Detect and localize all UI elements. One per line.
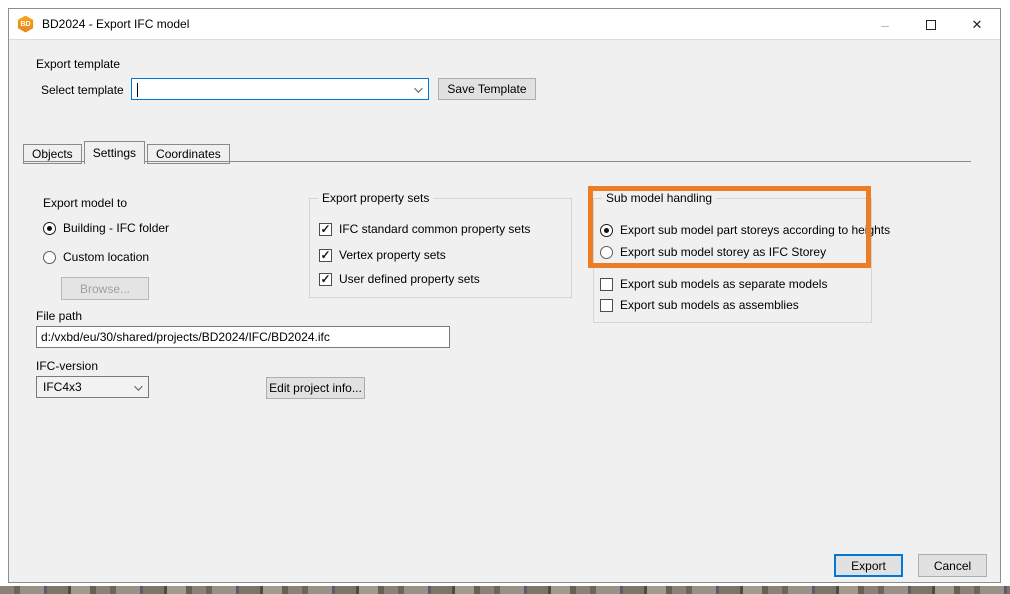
- radio-selected-icon: [43, 221, 56, 235]
- ifc-version-value: IFC4x3: [43, 380, 82, 394]
- edit-project-info-label: Edit project info...: [269, 381, 362, 395]
- checkbox-label: Vertex property sets: [339, 248, 446, 262]
- property-sets-group-title: Export property sets: [318, 191, 434, 205]
- file-path-label: File path: [36, 309, 83, 323]
- app-icon-label: BD: [20, 20, 31, 28]
- checkbox-label: Export sub models as assemblies: [620, 298, 799, 312]
- tab-settings[interactable]: Settings: [83, 141, 146, 164]
- radio-label: Export sub model storey as IFC Storey: [620, 245, 827, 259]
- radio-custom-label: Custom location: [63, 250, 150, 264]
- window-controls: – ✕: [862, 9, 1000, 40]
- select-template-label: Select template: [41, 83, 124, 97]
- minimize-button[interactable]: –: [862, 9, 908, 40]
- radio-unselected-icon: [600, 245, 613, 259]
- checkbox-user-defined-psets[interactable]: ✓ User defined property sets: [319, 272, 480, 286]
- cancel-button[interactable]: Cancel: [918, 554, 987, 577]
- checkbox-checked-icon: ✓: [319, 271, 332, 286]
- sub-model-group-title: Sub model handling: [602, 191, 717, 205]
- radio-label: Export sub model part storeys according …: [620, 223, 891, 237]
- checkbox-assemblies[interactable]: Export sub models as assemblies: [600, 298, 799, 312]
- close-button[interactable]: ✕: [954, 9, 1000, 40]
- select-template-combobox[interactable]: [131, 78, 429, 100]
- export-ifc-dialog: BD BD2024 - Export IFC model – ✕ Export …: [8, 8, 1001, 583]
- radio-custom-location[interactable]: Custom location: [43, 250, 149, 264]
- export-button[interactable]: Export: [834, 554, 903, 577]
- tab-page-border: [23, 161, 971, 162]
- ifc-version-combobox[interactable]: IFC4x3: [36, 376, 149, 398]
- ifc-version-label: IFC-version: [36, 359, 99, 373]
- export-property-sets-group: Export property sets ✓ IFC standard comm…: [309, 191, 572, 298]
- radio-building-label: Building - IFC folder: [63, 221, 170, 235]
- export-button-label: Export: [851, 558, 886, 573]
- close-icon: ✕: [971, 16, 983, 32]
- cancel-button-label: Cancel: [933, 558, 972, 573]
- save-template-label: Save Template: [447, 82, 527, 96]
- checkbox-checked-icon: ✓: [319, 221, 332, 236]
- radio-unselected-icon: [43, 250, 56, 264]
- checkbox-label: Export sub models as separate models: [620, 277, 828, 291]
- file-path-input[interactable]: [36, 326, 450, 348]
- edit-project-info-button[interactable]: Edit project info...: [266, 377, 365, 399]
- window-title: BD2024 - Export IFC model: [42, 17, 190, 31]
- checkbox-ifc-standard-psets[interactable]: ✓ IFC standard common property sets: [319, 222, 530, 236]
- export-model-to-heading: Export model to: [43, 196, 128, 210]
- checkbox-vertex-psets[interactable]: ✓ Vertex property sets: [319, 248, 446, 262]
- chevron-down-icon: [134, 382, 143, 391]
- maximize-button[interactable]: [908, 9, 954, 40]
- text-cursor: [137, 83, 138, 97]
- minimize-icon: –: [881, 16, 889, 33]
- maximize-icon: [926, 19, 936, 30]
- checkbox-unchecked-icon: [600, 298, 613, 312]
- chevron-down-icon: [414, 84, 423, 93]
- background-app-strip: [0, 586, 1010, 594]
- radio-selected-icon: [600, 223, 613, 237]
- checkbox-label: IFC standard common property sets: [339, 222, 531, 236]
- tab-settings-label: Settings: [92, 146, 137, 160]
- save-template-button[interactable]: Save Template: [438, 78, 536, 100]
- checkbox-separate-models[interactable]: Export sub models as separate models: [600, 277, 827, 291]
- export-template-heading: Export template: [36, 57, 121, 71]
- checkbox-unchecked-icon: [600, 277, 613, 291]
- title-bar: BD BD2024 - Export IFC model – ✕: [9, 9, 1000, 40]
- browse-button: Browse...: [61, 277, 149, 300]
- checkbox-checked-icon: ✓: [319, 247, 332, 262]
- tab-objects-label: Objects: [32, 147, 73, 161]
- radio-storey-as-ifc-storey[interactable]: Export sub model storey as IFC Storey: [600, 245, 826, 259]
- app-icon: BD: [17, 15, 34, 33]
- sub-model-handling-group: Sub model handling Export sub model part…: [593, 191, 890, 323]
- checkbox-label: User defined property sets: [339, 272, 480, 286]
- radio-part-storeys-heights[interactable]: Export sub model part storeys according …: [600, 223, 890, 237]
- browse-label: Browse...: [79, 281, 130, 296]
- radio-building-ifc-folder[interactable]: Building - IFC folder: [43, 221, 169, 235]
- tab-coordinates-label: Coordinates: [156, 147, 221, 161]
